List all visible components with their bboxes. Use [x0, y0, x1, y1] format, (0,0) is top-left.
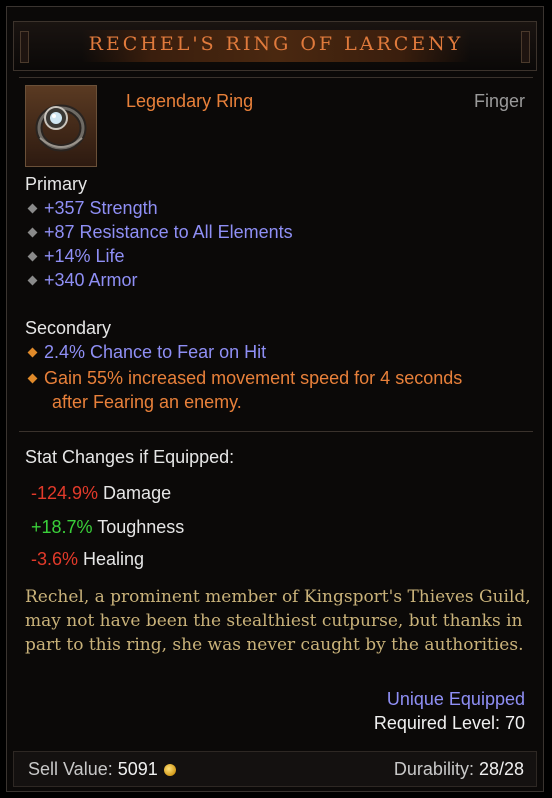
gray-diamond-icon	[27, 227, 38, 238]
primary-affix: +357 Strength	[25, 198, 158, 219]
divider	[19, 77, 533, 78]
legendary-affix: Gain 55% increased movement speed for 4 …	[25, 366, 525, 414]
tooltip-footer: Sell Value: 5091 Durability: 28/28	[13, 751, 537, 787]
orange-diamond-icon	[27, 373, 38, 383]
item-name: RECHEL'S RING OF LARCENY	[88, 33, 464, 55]
stat-changes-heading: Stat Changes if Equipped:	[25, 447, 235, 467]
item-slot: Finger	[473, 91, 525, 111]
unique-equipped: Unique Equipped	[386, 689, 525, 709]
divider	[19, 431, 533, 432]
secondary-affix: 2.4% Chance to Fear on Hit	[25, 342, 266, 363]
orange-diamond-icon	[27, 347, 38, 358]
item-tooltip: RECHEL'S RING OF LARCENY Legendary Ring …	[6, 6, 544, 792]
ring-icon	[25, 85, 97, 167]
primary-affix: +14% Life	[25, 246, 125, 267]
stat-change-damage: -124.9% Damage	[31, 483, 172, 503]
primary-heading: Primary	[25, 174, 87, 194]
stat-change-healing: -3.6% Healing	[31, 549, 145, 569]
primary-affix: +340 Armor	[25, 270, 138, 291]
gray-diamond-icon	[27, 275, 38, 286]
gray-diamond-icon	[27, 203, 38, 214]
primary-affix: +87 Resistance to All Elements	[25, 222, 293, 243]
title-bar: RECHEL'S RING OF LARCENY	[13, 21, 537, 71]
secondary-heading: Secondary	[25, 318, 112, 338]
flavor-text: Rechel, a prominent member of Kingsport'…	[25, 587, 531, 655]
item-type: Legendary Ring	[126, 91, 254, 111]
durability: Durability: 28/28	[393, 759, 524, 779]
legendary-affix-line2: after Fearing an enemy.	[52, 392, 242, 412]
stat-change-toughness: +18.7% Toughness	[31, 517, 185, 537]
sell-value: Sell Value: 5091	[28, 759, 176, 780]
required-level: Required Level: 70	[373, 713, 525, 733]
gray-diamond-icon	[27, 251, 38, 262]
gold-coin-icon	[163, 764, 176, 776]
